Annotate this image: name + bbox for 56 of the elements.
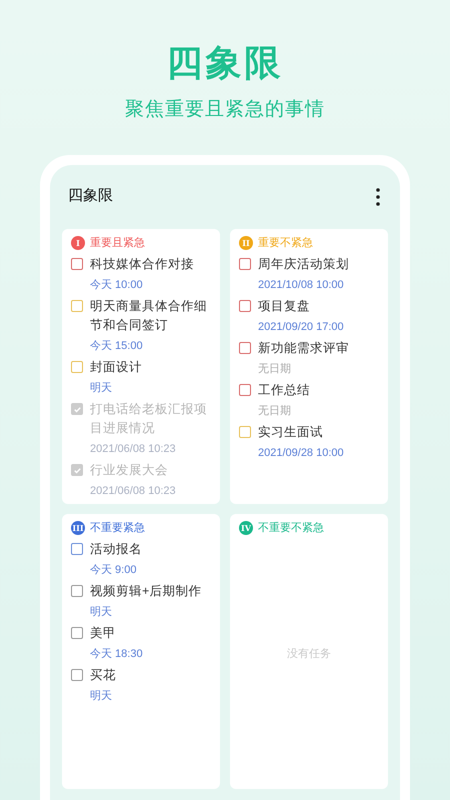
task-date: 今天 10:00 [90,278,144,293]
quadrant-badge: III [71,520,85,535]
quadrant-title: 重要且紧急 [90,236,145,250]
task-date: 无日期 [258,362,292,377]
checkbox[interactable] [71,403,83,415]
task-date: 明天 [90,689,113,704]
check-icon [72,404,82,414]
task-title: 新功能需求评审 [258,340,349,357]
task-date: 2021/06/08 10:23 [90,484,176,499]
check-icon [72,466,82,474]
task-title: 打电话给老板汇报项目进展情况 [90,401,208,437]
task-title: 科技媒体合作对接 [90,256,194,273]
quadrant-title: 重要不紧急 [258,236,313,250]
quadrant-badge: IV [239,520,253,535]
page-subtitle: 聚焦重要且紧急的事情 [125,98,325,122]
checkbox[interactable] [71,627,83,639]
task-date: 明天 [90,381,113,396]
checkbox[interactable] [71,669,83,681]
checkbox[interactable] [239,342,251,354]
checkbox[interactable] [239,258,251,270]
checkbox[interactable] [71,543,83,555]
task-date: 今天 9:00 [90,563,138,578]
task-date: 明天 [90,605,113,620]
task-date: 2021/06/08 10:23 [90,442,177,457]
more-icon[interactable] [376,188,380,206]
checkbox[interactable] [239,300,251,312]
task-date: 无日期 [258,404,292,419]
checkbox[interactable] [71,300,83,312]
checkbox[interactable] [71,361,83,373]
task-title: 实习生面试 [258,424,324,441]
checkbox[interactable] [71,585,83,597]
page-title: 四象限 [166,41,284,85]
task-title: 周年庆活动策划 [258,256,349,273]
checkbox[interactable] [239,384,251,396]
task-date: 今天 18:30 [90,647,143,662]
quadrant-badge: II [239,236,253,250]
task-title: 行业发展大会 [90,462,169,479]
quadrant-title: 不重要紧急 [90,520,145,536]
task-title: 项目复盘 [258,298,311,315]
task-title: 视频剪辑+后期制作 [90,583,202,600]
task-title: 活动报名 [90,541,142,558]
quadrant-badge: I [71,236,85,250]
task-date: 2021/10/08 10:00 [258,278,345,293]
checkbox[interactable] [239,426,251,438]
task-title: 买花 [90,667,116,684]
task-date: 2021/09/28 10:00 [258,446,344,461]
task-title: 美甲 [90,625,117,642]
task-title: 工作总结 [258,382,310,399]
checkbox[interactable] [71,464,83,476]
checkbox[interactable] [71,258,83,270]
task-date: 今天 15:00 [90,339,144,354]
quadrant-title: 不重要不紧急 [258,520,324,536]
task-date: 2021/09/20 17:00 [258,320,344,335]
screen-title: 四象限 [68,186,113,206]
task-title: 明天商量具体合作细节和合同签订 [90,298,208,334]
task-title: 封面设计 [90,359,142,376]
